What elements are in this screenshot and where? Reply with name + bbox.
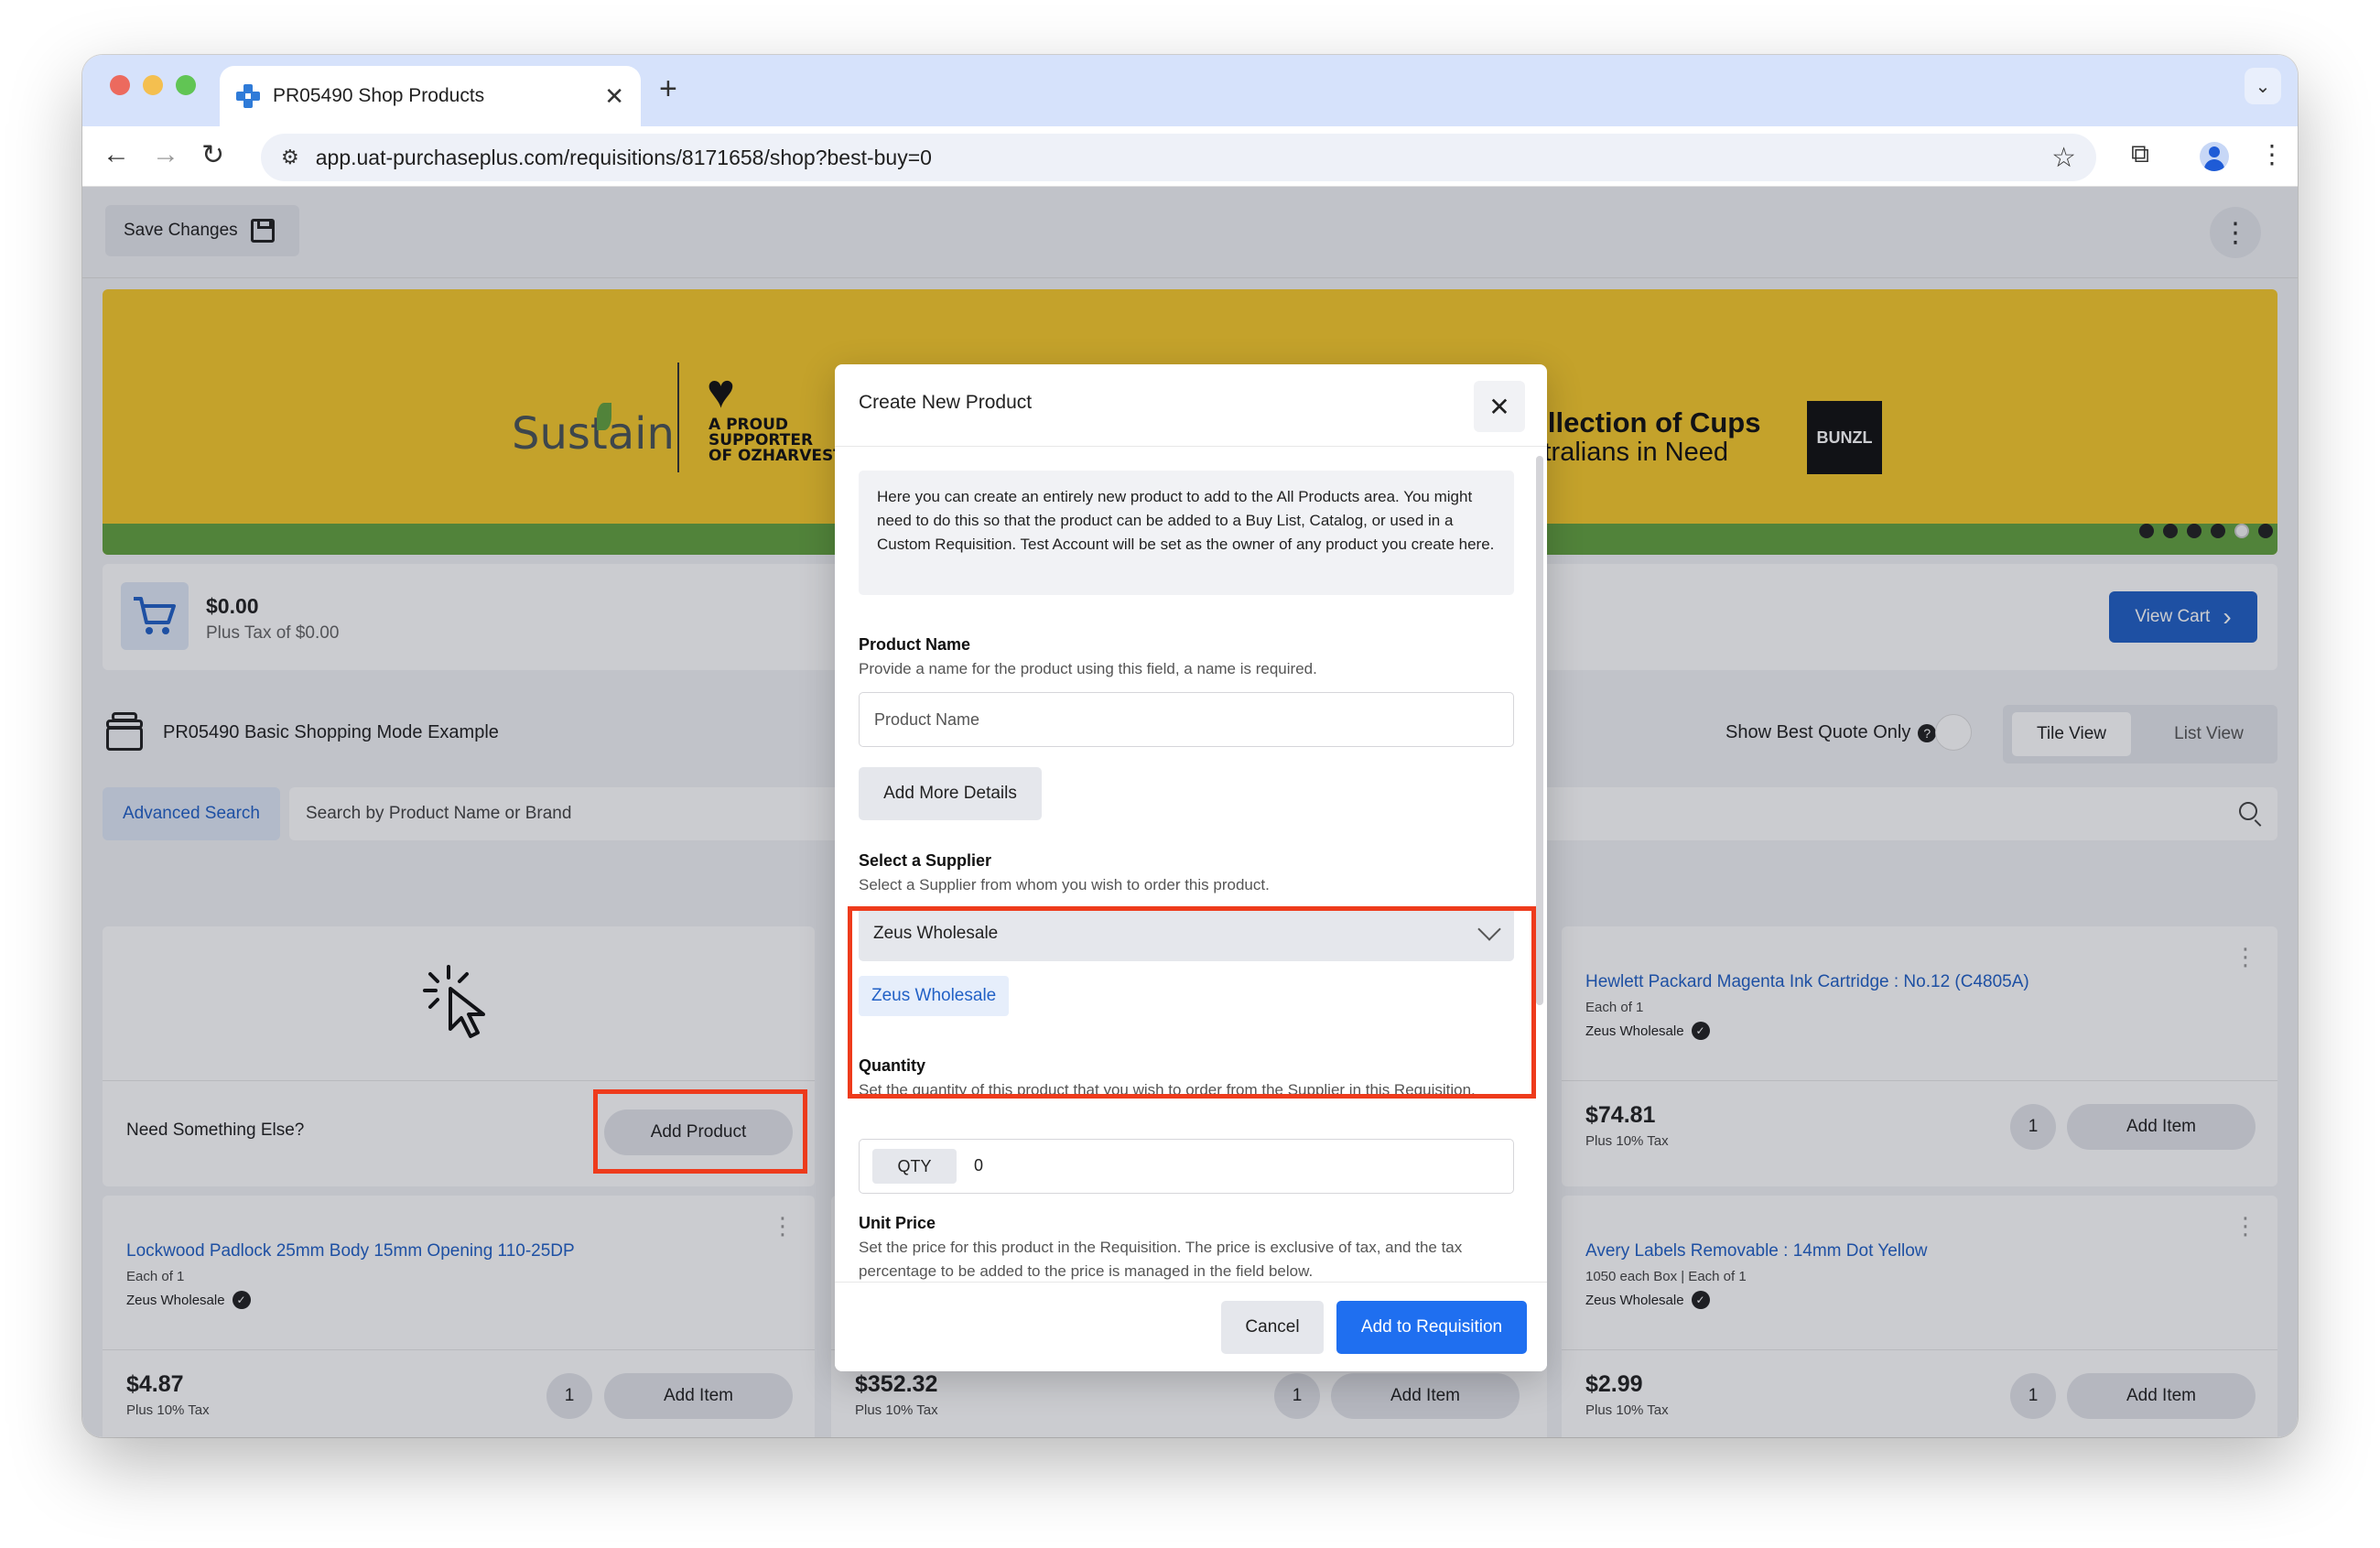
tab-search-button[interactable]: ⌄ [2245, 68, 2281, 104]
modal-footer: Cancel Add to Requisition [835, 1282, 1547, 1371]
reload-icon[interactable]: ↻ [201, 139, 224, 171]
extensions-icon[interactable]: ⧉ [2131, 139, 2149, 169]
new-tab-button[interactable]: + [659, 71, 677, 107]
create-product-modal: Create New Product ✕ Here you can create… [835, 364, 1547, 1371]
forward-arrow-icon[interactable]: → [152, 139, 179, 170]
modal-body[interactable]: Here you can create an entirely new prod… [835, 447, 1547, 1282]
modal-header: Create New Product ✕ [835, 364, 1547, 447]
purchaseplus-favicon-icon [236, 84, 260, 108]
minimize-window-button[interactable] [143, 75, 163, 95]
unit-price-label: Unit Price [859, 1214, 936, 1232]
browser-tab[interactable]: PR05490 Shop Products ✕ [220, 66, 641, 126]
close-window-button[interactable] [110, 75, 130, 95]
tab-close-icon[interactable]: ✕ [604, 82, 624, 111]
url-text[interactable]: app.uat-purchaseplus.com/requisitions/81… [316, 146, 2051, 170]
info-box: Here you can create an entirely new prod… [859, 471, 1514, 595]
supplier-section-highlight [848, 906, 1536, 1099]
supplier-help: Select a Supplier from whom you wish to … [859, 876, 1270, 893]
address-bar[interactable]: ⚙ app.uat-purchaseplus.com/requisitions/… [261, 134, 2096, 181]
product-name-label: Product Name [859, 635, 971, 654]
browser-window: PR05490 Shop Products ✕ + ⌄ ← → ↻ ⚙ app.… [82, 55, 2298, 1437]
back-arrow-icon[interactable]: ← [103, 139, 130, 170]
browser-toolbar: ← → ↻ ⚙ app.uat-purchaseplus.com/requisi… [82, 126, 2298, 187]
add-more-details-button[interactable]: Add More Details [859, 767, 1042, 820]
tab-strip: PR05490 Shop Products ✕ + ⌄ [82, 55, 2298, 126]
maximize-window-button[interactable] [176, 75, 196, 95]
tab-title: PR05490 Shop Products [273, 85, 485, 106]
page-content: Save Changes ⋮ Sustain ♥ A PROUD SUPPORT… [82, 187, 2298, 1437]
product-name-field[interactable]: Product Name [859, 692, 1514, 747]
modal-title: Create New Product [859, 392, 1033, 413]
profile-avatar-icon[interactable] [2200, 142, 2229, 171]
window-controls [110, 75, 196, 95]
product-name-help: Provide a name for the product using thi… [859, 660, 1317, 677]
cancel-button[interactable]: Cancel [1221, 1301, 1324, 1354]
add-to-requisition-button[interactable]: Add to Requisition [1336, 1301, 1527, 1354]
browser-menu-icon[interactable]: ⋮ [2259, 139, 2285, 169]
site-settings-icon[interactable]: ⚙ [281, 146, 299, 169]
close-icon[interactable]: ✕ [1474, 381, 1525, 432]
qty-tag: QTY [872, 1149, 957, 1184]
qty-value[interactable]: 0 [974, 1156, 983, 1175]
quantity-field[interactable]: QTY 0 [859, 1139, 1514, 1194]
modal-scrollbar[interactable] [1536, 456, 1543, 1005]
supplier-label: Select a Supplier [859, 851, 992, 870]
bookmark-star-icon[interactable]: ☆ [2051, 142, 2076, 174]
add-product-highlight [593, 1089, 807, 1174]
unit-price-help: Set the price for this product in the Re… [859, 1239, 1463, 1280]
